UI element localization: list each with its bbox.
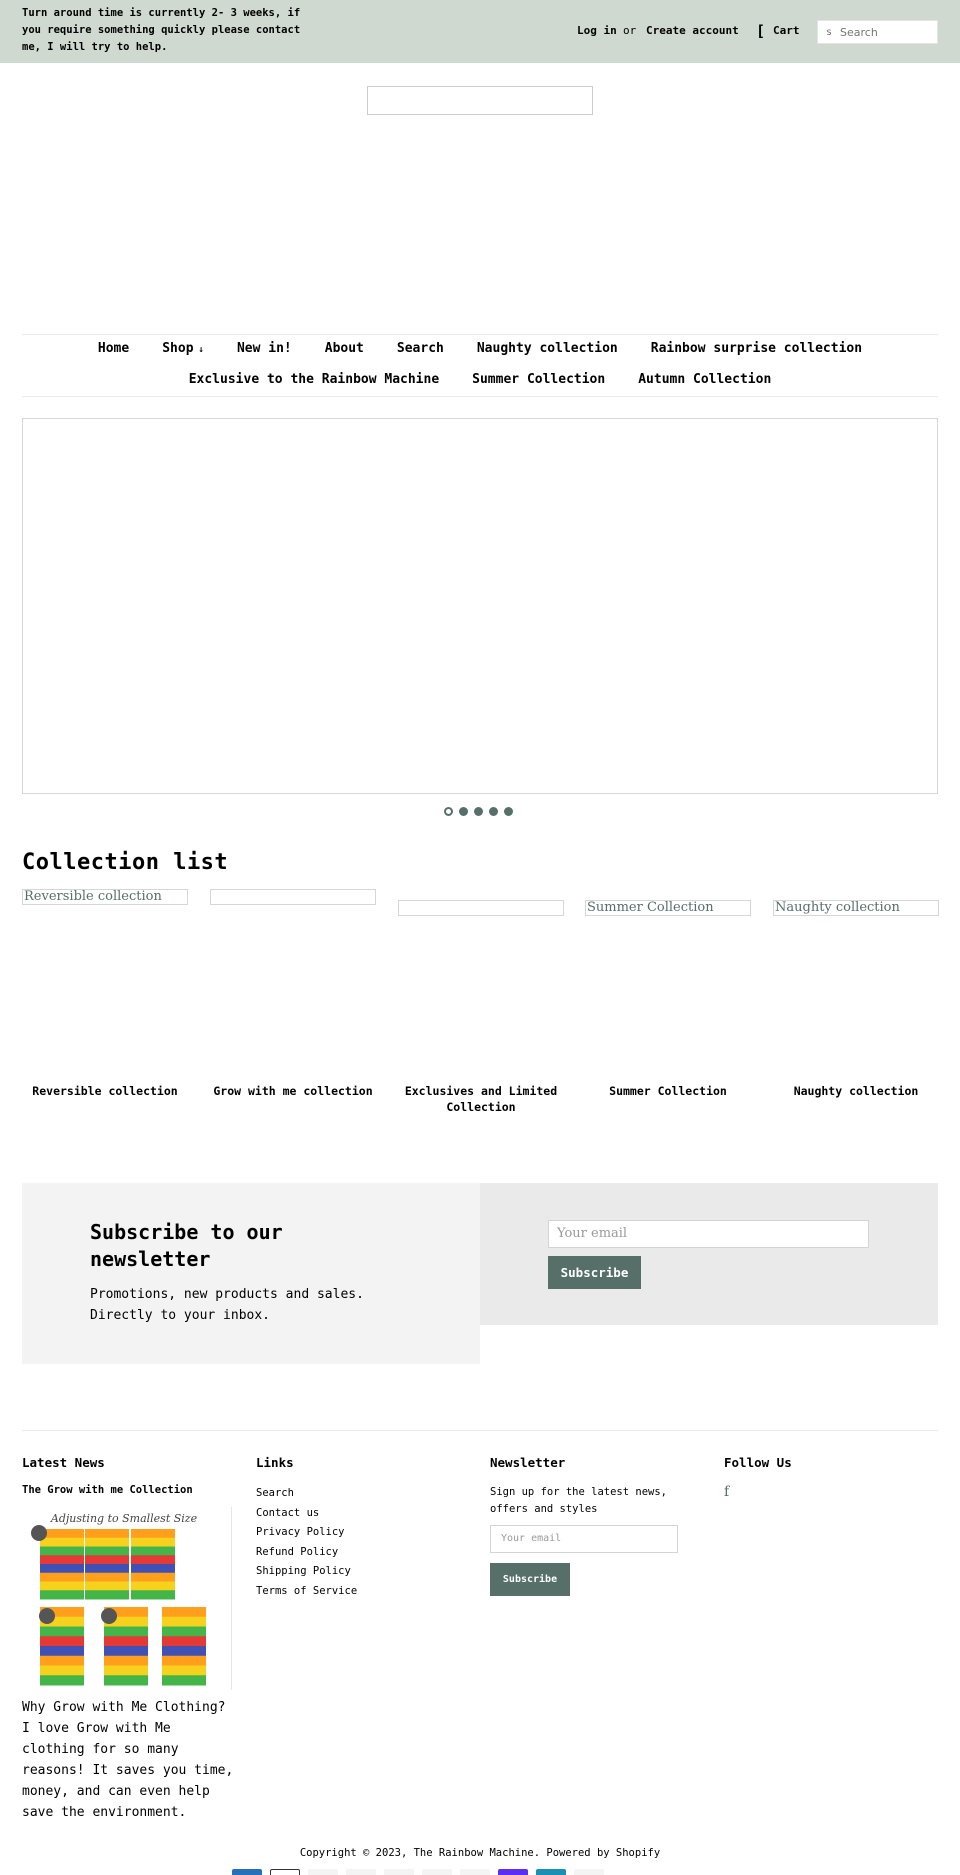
footer-subscribe-button[interactable]: Subscribe [490, 1563, 570, 1596]
main-nav-row-2: Exclusive to the Rainbow Machine Summer … [22, 372, 938, 387]
news-image-caption: Adjusting to Smallest Size [50, 1512, 198, 1525]
or-separator: or [623, 24, 637, 37]
payment-icons [232, 1869, 604, 1875]
announcement-text: Turn around time is currently 2- 3 weeks… [22, 7, 301, 53]
footer-divider [22, 1430, 938, 1431]
nav-item-search[interactable]: Search [397, 341, 444, 356]
slide-dot[interactable] [444, 807, 453, 816]
cart-icon[interactable]: [ [756, 22, 765, 40]
search-input[interactable] [840, 23, 935, 41]
main-nav-row-1: Home Shop ↓ New in! About Search Naughty … [22, 341, 938, 356]
footer-news-image[interactable]: Adjusting to Smallest Size [22, 1507, 232, 1690]
create-account-link[interactable]: Create account [646, 24, 739, 37]
discover-icon [346, 1869, 376, 1875]
union-pay-icon [536, 1869, 566, 1875]
slide-dot[interactable] [474, 807, 483, 816]
footer-follow-heading: Follow Us [724, 1455, 792, 1470]
visa-icon [574, 1869, 604, 1875]
footer-newsletter-heading: Newsletter [490, 1455, 566, 1470]
newsletter-email-input[interactable]: Your email [548, 1220, 869, 1248]
footer-latest-news-heading: Latest News [22, 1455, 105, 1470]
footer-link-privacy[interactable]: Privacy Policy [256, 1526, 345, 1538]
maestro-icon [422, 1869, 452, 1875]
amex-icon [232, 1869, 262, 1875]
mastercard-icon [460, 1869, 490, 1875]
collection-image[interactable]: Summer Collection [585, 900, 751, 916]
collection-title[interactable]: Naughty collection [773, 1083, 939, 1099]
facebook-icon[interactable]: f [724, 1484, 729, 1500]
nav-item-shop[interactable]: Shop ↓ [162, 341, 204, 356]
collection-title[interactable]: Exclusives and Limited Collection [398, 1083, 564, 1115]
footer-link-contact[interactable]: Contact us [256, 1507, 319, 1519]
collection-image[interactable]: Reversible collection [22, 889, 188, 905]
newsletter-subtext: Promotions, new products and sales. Dire… [90, 1287, 364, 1323]
nav-item-shop-label: Shop [162, 341, 194, 356]
google-pay-icon [384, 1869, 414, 1875]
slide-dot[interactable] [489, 807, 498, 816]
nav-item-exclusive[interactable]: Exclusive to the Rainbow Machine [189, 372, 439, 387]
newsletter-panel [22, 1183, 480, 1364]
cart-link[interactable]: Cart [773, 24, 800, 37]
news-image-graphic: Adjusting to Smallest Size [31, 1512, 206, 1686]
nav-item-naughty[interactable]: Naughty collection [477, 341, 618, 356]
nav-item-autumn[interactable]: Autumn Collection [638, 372, 771, 387]
nav-divider-top [22, 334, 938, 335]
footer-links-heading: Links [256, 1455, 294, 1470]
nav-item-about[interactable]: About [325, 341, 364, 356]
footer-links-list: Search Contact us Privacy Policy Refund … [256, 1484, 357, 1601]
nav-item-new-in[interactable]: New in! [237, 341, 292, 356]
header-search[interactable]: s [817, 20, 938, 44]
newsletter-heading: Subscribe to our newsletter [90, 1220, 283, 1271]
nav-item-home[interactable]: Home [98, 341, 129, 356]
newsletter-form-panel [480, 1183, 938, 1325]
collection-image[interactable] [398, 900, 564, 916]
shop-pay-icon [498, 1869, 528, 1875]
footer-link-refund[interactable]: Refund Policy [256, 1546, 338, 1558]
footer-news-excerpt: Why Grow with Me Clothing? I love Grow w… [22, 1700, 234, 1820]
slideshow-dots [444, 807, 513, 816]
collection-image[interactable] [210, 889, 376, 905]
hero-slideshow[interactable] [22, 418, 938, 794]
nav-item-rainbow-surprise[interactable]: Rainbow surprise collection [651, 341, 862, 356]
collection-title[interactable]: Grow with me collection [210, 1083, 376, 1099]
slide-dot[interactable] [459, 807, 468, 816]
chevron-down-icon[interactable]: ↓ [199, 345, 204, 355]
nav-divider-bottom [22, 396, 938, 397]
footer-link-terms[interactable]: Terms of Service [256, 1585, 357, 1597]
site-logo[interactable] [367, 86, 593, 115]
collection-title[interactable]: Summer Collection [585, 1083, 751, 1099]
search-icon[interactable]: s [826, 27, 832, 38]
nav-item-summer[interactable]: Summer Collection [472, 372, 605, 387]
collection-title[interactable]: Reversible collection [22, 1083, 188, 1099]
footer-newsletter-text: Sign up for the latest news, offers and … [490, 1486, 668, 1515]
footer-link-shipping[interactable]: Shipping Policy [256, 1565, 351, 1577]
footer-link-search[interactable]: Search [256, 1487, 294, 1499]
collection-image[interactable]: Naughty collection [773, 900, 939, 916]
footer-newsletter-email-input[interactable]: Your email [490, 1525, 678, 1553]
diners-club-icon [308, 1869, 338, 1875]
slide-dot[interactable] [504, 807, 513, 816]
login-link[interactable]: Log in [577, 24, 617, 37]
apple-pay-icon [270, 1869, 300, 1875]
newsletter-subscribe-button[interactable]: Subscribe [548, 1256, 641, 1289]
footer-news-post-title[interactable]: The Grow with me Collection [22, 1484, 193, 1496]
copyright-text: Copyright © 2023, The Rainbow Machine. P… [299, 1847, 661, 1859]
collection-list-title: Collection list [22, 850, 229, 875]
